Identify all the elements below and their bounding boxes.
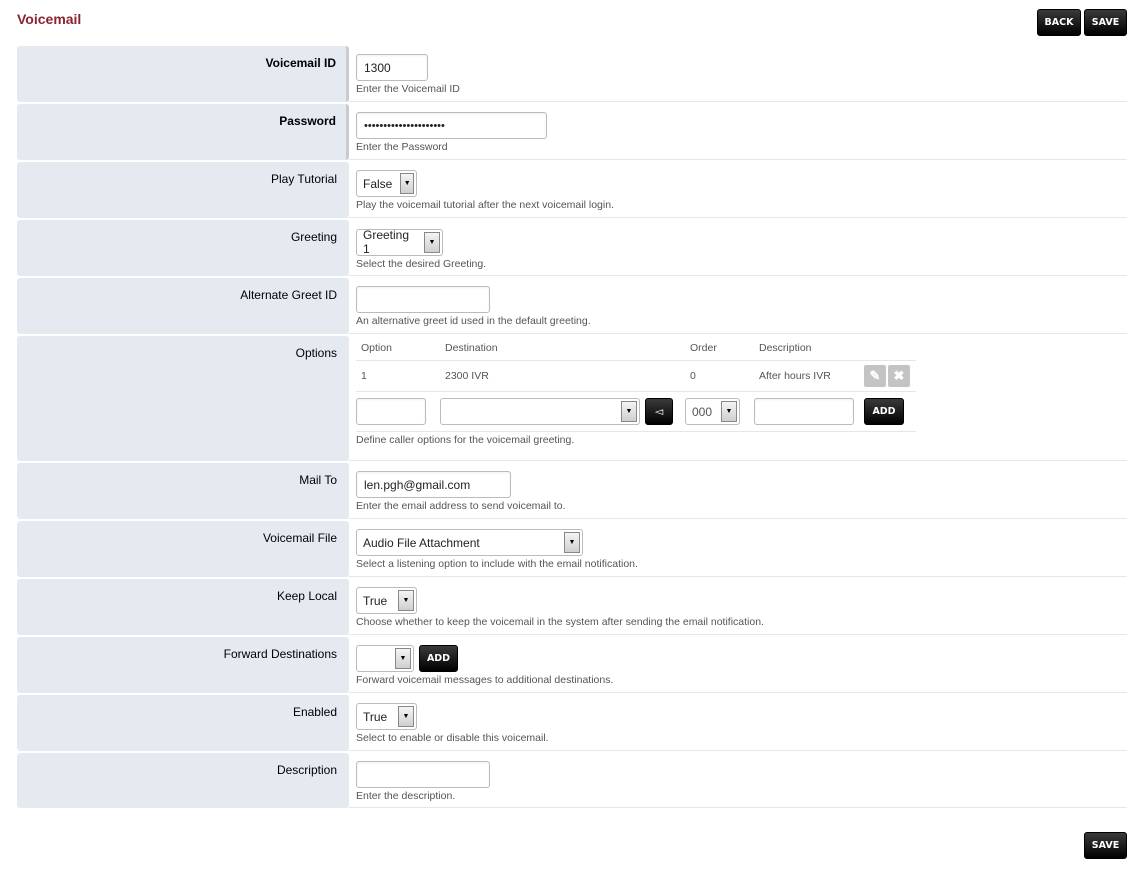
chevron-down-icon[interactable]: ▼ [398, 590, 414, 611]
password-desc: Enter the Password [356, 141, 448, 153]
alternate-greet-id-input[interactable] [356, 286, 490, 313]
enabled-desc: Select to enable or disable this voicema… [356, 732, 549, 744]
voicemail-file-desc: Select a listening option to include wit… [356, 558, 638, 570]
row-options: Options Option Destination Order Descrip… [17, 336, 1127, 463]
voicemail-file-select[interactable]: Audio File Attachment ▼ [356, 529, 583, 556]
options-header-row: Option Destination Order Description [356, 338, 916, 361]
delete-x-icon[interactable]: ✖ [888, 365, 910, 387]
keep-local-value: True [363, 593, 388, 608]
chevron-down-icon[interactable]: ▼ [400, 173, 414, 194]
forward-destinations-value [357, 646, 393, 671]
new-order-select[interactable]: 000 ▼ [685, 398, 740, 425]
row-enabled: Enabled True ▼ Select to enable or disab… [17, 695, 1127, 753]
new-destination-value [441, 399, 619, 424]
play-tutorial-value: False [363, 176, 393, 191]
mail-to-desc: Enter the email address to send voicemai… [356, 500, 566, 512]
label-greeting: Greeting [17, 220, 349, 276]
col-option: Option [356, 338, 440, 361]
description-cell: After hours IVR [754, 360, 864, 392]
new-destination-select[interactable]: ▼ [440, 398, 640, 425]
row-keep-local: Keep Local True ▼ Choose whether to keep… [17, 579, 1127, 637]
forward-destinations-select[interactable]: ▼ [356, 645, 414, 672]
voicemail-id-desc: Enter the Voicemail ID [356, 83, 460, 95]
description-desc: Enter the description. [356, 790, 456, 802]
label-mail-to: Mail To [17, 463, 349, 519]
order-cell: 0 [685, 360, 754, 392]
keep-local-desc: Choose whether to keep the voicemail in … [356, 616, 764, 628]
option-cell: 1 [356, 360, 440, 392]
label-voicemail-file: Voicemail File [17, 521, 349, 577]
save-button-top[interactable]: SAVE [1084, 9, 1127, 36]
back-arrow-icon[interactable]: ◅ [644, 398, 673, 425]
description-input[interactable] [356, 761, 490, 788]
row-greeting: Greeting Greeting 1 ▼ Select the desired… [17, 220, 1127, 278]
options-desc: Define caller options for the voicemail … [356, 434, 575, 446]
row-voicemail-id: Voicemail ID 1300 Enter the Voicemail ID [17, 46, 1127, 104]
col-order: Order [685, 338, 754, 361]
row-play-tutorial: Play Tutorial False ▼ Play the voicemail… [17, 162, 1127, 220]
chevron-down-icon[interactable]: ▼ [424, 231, 440, 253]
label-voicemail-id: Voicemail ID [17, 46, 349, 102]
voicemail-file-value: Audio File Attachment [363, 535, 480, 550]
forward-destinations-desc: Forward voicemail messages to additional… [356, 674, 614, 686]
mail-to-input[interactable]: len.pgh@gmail.com [356, 471, 511, 498]
row-password: Password ••••••••••••••••••••• Enter the… [17, 104, 1127, 162]
new-option-input[interactable] [356, 398, 426, 425]
greeting-value: Greeting 1 [363, 228, 410, 256]
options-row: 1 2300 IVR 0 After hours IVR ✎ ✖ [356, 360, 916, 392]
keep-local-select[interactable]: True ▼ [356, 587, 417, 614]
row-description: Description Enter the description. [17, 753, 1127, 810]
row-voicemail-file: Voicemail File Audio File Attachment ▼ S… [17, 521, 1127, 579]
label-description: Description [17, 753, 349, 808]
greeting-desc: Select the desired Greeting. [356, 257, 487, 270]
password-input[interactable]: ••••••••••••••••••••• [356, 112, 547, 139]
page-title: Voicemail [17, 11, 82, 27]
chevron-down-icon[interactable]: ▼ [621, 401, 637, 422]
row-mail-to: Mail To len.pgh@gmail.com Enter the emai… [17, 463, 1127, 521]
voicemail-id-input[interactable]: 1300 [356, 54, 428, 81]
new-order-value: 000 [692, 404, 713, 419]
play-tutorial-select[interactable]: False ▼ [356, 170, 417, 197]
greeting-select[interactable]: Greeting 1 ▼ [356, 228, 443, 256]
row-alternate-greet-id: Alternate Greet ID An alternative greet … [17, 278, 1127, 336]
label-enabled: Enabled [17, 695, 349, 751]
chevron-down-icon[interactable]: ▼ [395, 648, 411, 669]
voicemail-form: Voicemail ID 1300 Enter the Voicemail ID… [17, 46, 1127, 810]
options-table: Option Destination Order Description 1 2… [356, 338, 916, 432]
col-destination: Destination [440, 338, 685, 361]
new-description-input[interactable] [754, 398, 854, 425]
chevron-down-icon[interactable]: ▼ [398, 706, 414, 727]
label-options: Options [17, 336, 349, 461]
options-new-row: ▼ ◅ 000 ▼ ADD [356, 391, 916, 432]
chevron-down-icon[interactable]: ▼ [721, 401, 737, 422]
destination-cell: 2300 IVR [440, 360, 685, 392]
label-alternate-greet-id: Alternate Greet ID [17, 278, 349, 334]
col-description: Description [754, 338, 864, 361]
label-password: Password [17, 104, 349, 160]
enabled-value: True [363, 709, 388, 724]
row-forward-destinations: Forward Destinations ▼ ADD Forward voice… [17, 637, 1127, 695]
edit-pencil-icon[interactable]: ✎ [864, 365, 886, 387]
label-forward-destinations: Forward Destinations [17, 637, 349, 693]
add-forward-destination-button[interactable]: ADD [419, 645, 458, 672]
alternate-greet-id-desc: An alternative greet id used in the defa… [356, 315, 591, 327]
save-button-bottom[interactable]: SAVE [1084, 832, 1127, 859]
add-option-button[interactable]: ADD [864, 398, 904, 425]
chevron-down-icon[interactable]: ▼ [564, 532, 580, 553]
play-tutorial-desc: Play the voicemail tutorial after the ne… [356, 199, 614, 211]
label-keep-local: Keep Local [17, 579, 349, 635]
label-play-tutorial: Play Tutorial [17, 162, 349, 218]
enabled-select[interactable]: True ▼ [356, 703, 417, 730]
back-button[interactable]: BACK [1037, 9, 1081, 36]
